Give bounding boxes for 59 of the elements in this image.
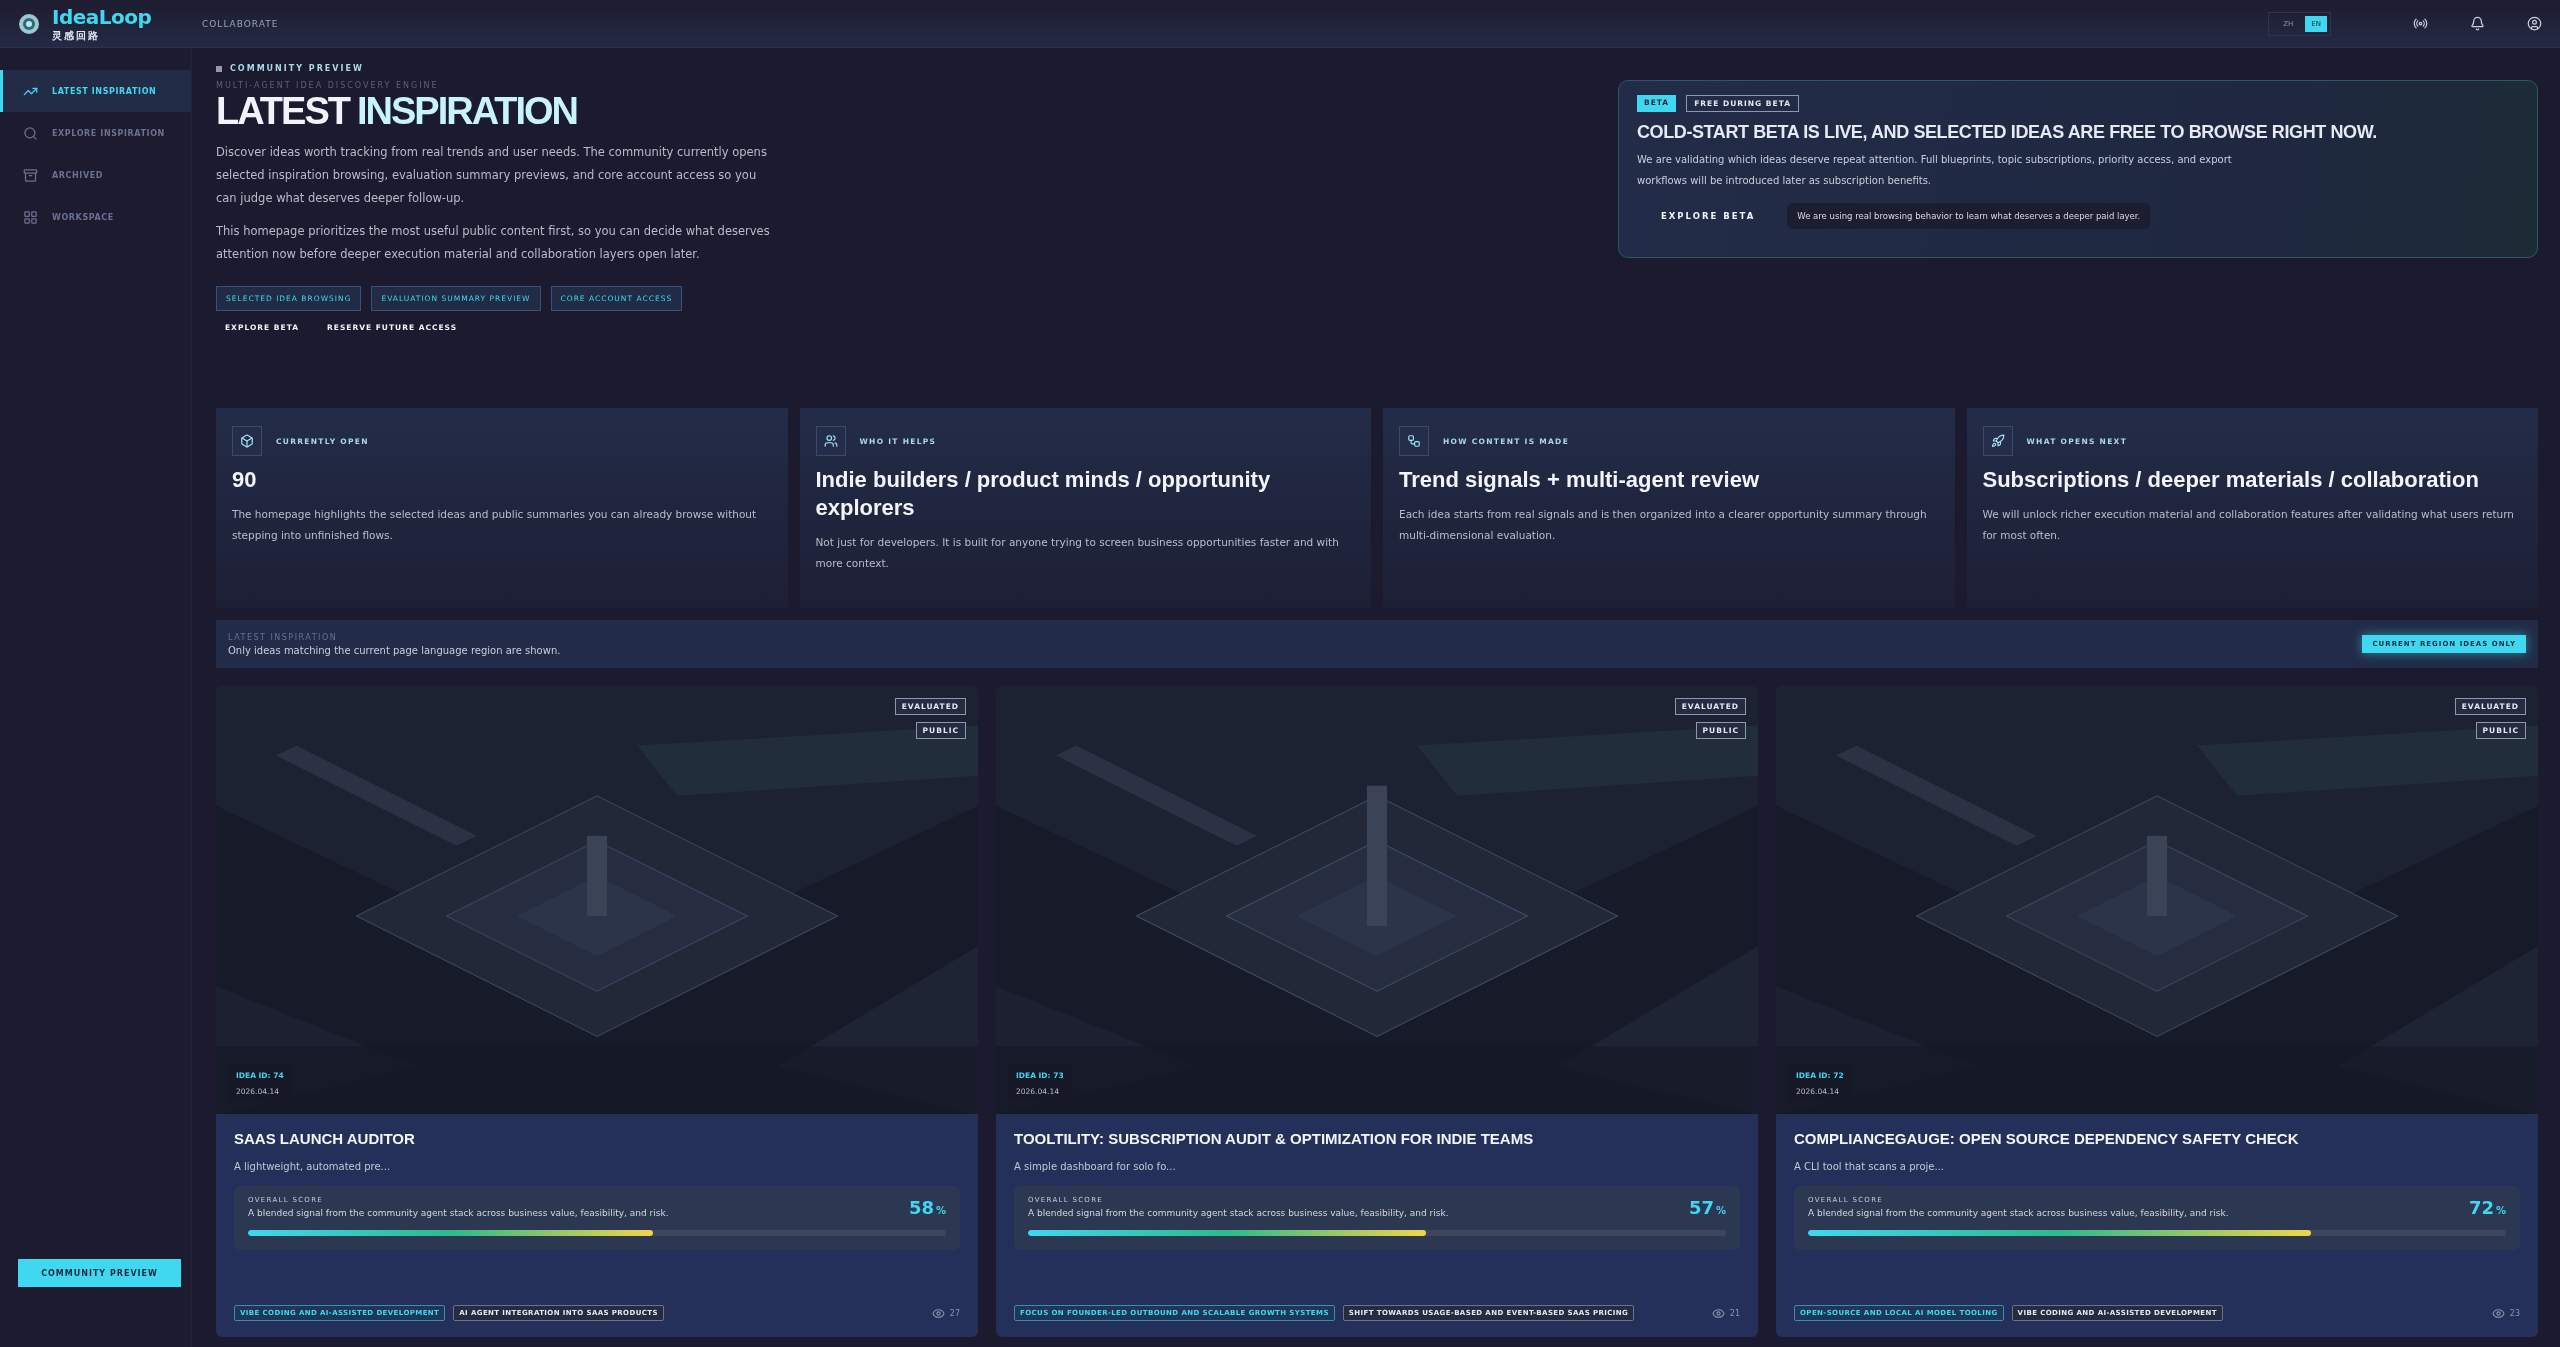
sidebar-item[interactable]: WORKSPACE <box>0 196 191 238</box>
archive-icon <box>23 167 38 183</box>
info-text: Not just for developers. It is built for anyone trying to screen business opportunities faster and with more context. <box>815 535 1340 571</box>
idea-card[interactable] <box>1776 686 2538 1337</box>
view-count: 23 <box>2491 1306 2520 1320</box>
eye-icon <box>2491 1306 2505 1320</box>
tooltip: We are using real browsing behavior to learn what deserves a deeper paid layer. <box>1787 203 2151 229</box>
score-value: 72% <box>2468 1196 2506 1218</box>
eyebrow-label: COMMUNITY PREVIEW <box>230 64 364 73</box>
beta-text: We are validating which ideas deserve repeat attention. Full blueprints, topic subscriptions, priority access, and export workflows will be introduced later as subscription benefits. <box>1637 153 2233 188</box>
nav-link[interactable]: COLLABORATE <box>202 18 279 29</box>
sidebar-item[interactable]: EXPLORE INSPIRATION <box>0 112 191 154</box>
cube-icon <box>232 426 262 456</box>
eye-icon <box>931 1306 945 1320</box>
info-value: Subscriptions / deeper materials / collaboration <box>1982 466 2480 494</box>
community-preview-button[interactable]: COMMUNITY PREVIEW <box>18 1259 181 1287</box>
info-value: Indie builders / product minds / opportunity explorers <box>815 466 1272 522</box>
score-description: A blended signal from the community agent stack across business value, feasibility, and risk. <box>1028 1208 1450 1218</box>
beta-title: COLD-START BETA IS LIVE, AND SELECTED IDEAS ARE FREE TO BROWSE RIGHT NOW. <box>1637 122 2378 143</box>
page-title: LATEST INSPIRATION <box>216 90 579 133</box>
people-icon <box>815 426 846 456</box>
faded-subtitle: MULTI-AGENT IDEA DISCOVERY ENGINE <box>216 81 440 90</box>
intro-paragraph: Discover ideas worth tracking from real trends and user needs. The community currently opens selected inspiration browsing, evaluation summary previews, and core account access so you can judge what deserves deeper follow-up. <box>216 144 768 207</box>
account-icon[interactable] <box>2527 16 2542 31</box>
eye-icon <box>1711 1306 1725 1320</box>
brand-name[interactable]: IdeaLoop <box>52 4 152 29</box>
rocket-icon <box>1982 426 2013 456</box>
info-value: Trend signals + multi-agent review <box>1399 466 1761 494</box>
grid-icon <box>23 209 38 225</box>
score-value: 58% <box>908 1196 946 1218</box>
idea-title: SAAS LAUNCH AUDITOR <box>234 1130 416 1147</box>
view-count: 27 <box>931 1306 960 1320</box>
info-value: 90 <box>232 466 258 494</box>
sidebar-item[interactable]: ARCHIVED <box>0 154 191 196</box>
score-value: 57% <box>1688 1196 1726 1218</box>
idea-card[interactable] <box>996 686 1758 1337</box>
info-text: Each idea starts from real signals and is then organized into a clearer opportunity summary through multi-dimensional evaluation. <box>1399 507 1928 543</box>
square-icon <box>216 65 222 72</box>
faded-label: LATEST INSPIRATION <box>228 632 339 642</box>
view-count: 21 <box>1711 1306 1740 1320</box>
flow-icon <box>1399 426 1429 456</box>
idea-summary: A lightweight, automated pre... <box>234 1161 392 1172</box>
search-icon <box>23 125 38 141</box>
sidebar-item[interactable]: LATEST INSPIRATION <box>0 70 191 112</box>
idea-title: COMPLIANCEGAUGE: OPEN SOURCE DEPENDENCY SAFETY CHECK <box>1794 1130 2300 1147</box>
info-text: We will unlock richer execution material and collaboration features after validating what users return for most often. <box>1982 507 2515 543</box>
idea-title: TOOLTILITY: SUBSCRIPTION AUDIT & OPTIMIZATION FOR INDIE TEAMS <box>1014 1130 1535 1147</box>
idea-summary: A CLI tool that scans a proje... <box>1794 1161 1945 1172</box>
region-note: Only ideas matching the current page language region are shown. <box>228 644 561 656</box>
broadcast-icon[interactable] <box>2413 16 2428 31</box>
intro-paragraph: This homepage prioritizes the most useful public content first, so you can decide what deserves attention now before deeper execution material and collaboration layers open later. <box>216 223 771 263</box>
brand-subtitle: 灵感回路 <box>52 28 101 43</box>
bell-icon[interactable] <box>2470 16 2485 31</box>
score-description: A blended signal from the community agent stack across business value, feasibility, and risk. <box>248 1208 670 1218</box>
info-text: The homepage highlights the selected ideas and public summaries you can already browse without stepping into unfinished flows. <box>232 507 758 543</box>
logo-icon <box>18 12 40 35</box>
score-description: A blended signal from the community agent stack across business value, feasibility, and risk. <box>1808 1208 2230 1218</box>
idea-summary: A simple dashboard for solo fo... <box>1014 1161 1177 1172</box>
explore-beta-button[interactable]: EXPLORE BETA <box>1655 210 1762 222</box>
